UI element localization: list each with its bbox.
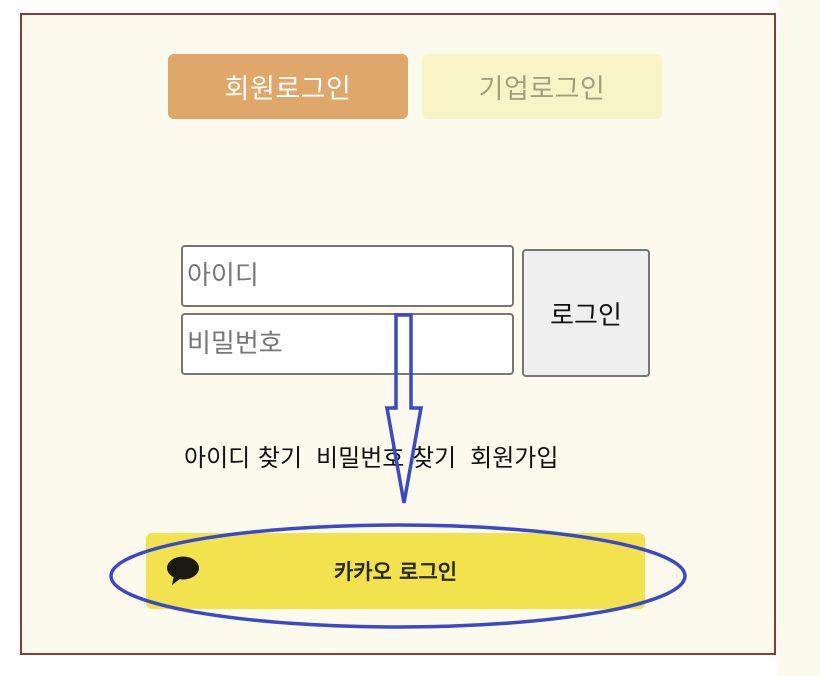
login-button[interactable]: 로그인 [522, 249, 650, 377]
find-id-link[interactable]: 아이디 찾기 [184, 444, 302, 472]
tab-company-login[interactable]: 기업로그인 [422, 54, 662, 119]
tab-member-login[interactable]: 회원로그인 [168, 54, 408, 119]
kakao-login-label: 카카오 로그인 [333, 560, 458, 584]
page: 회원로그인 기업로그인 로그인 아이디 찾기 비밀번호 찾기 회원가입 카카오 로그… [0, 0, 820, 676]
id-input[interactable] [181, 245, 514, 307]
background-strip [778, 0, 820, 676]
password-input[interactable] [181, 313, 514, 375]
kakao-login-button[interactable]: 카카오 로그인 [146, 533, 645, 609]
find-password-link[interactable]: 비밀번호 찾기 [316, 444, 456, 472]
signup-link[interactable]: 회원가입 [470, 444, 558, 472]
account-links: 아이디 찾기 비밀번호 찾기 회원가입 [184, 438, 558, 473]
